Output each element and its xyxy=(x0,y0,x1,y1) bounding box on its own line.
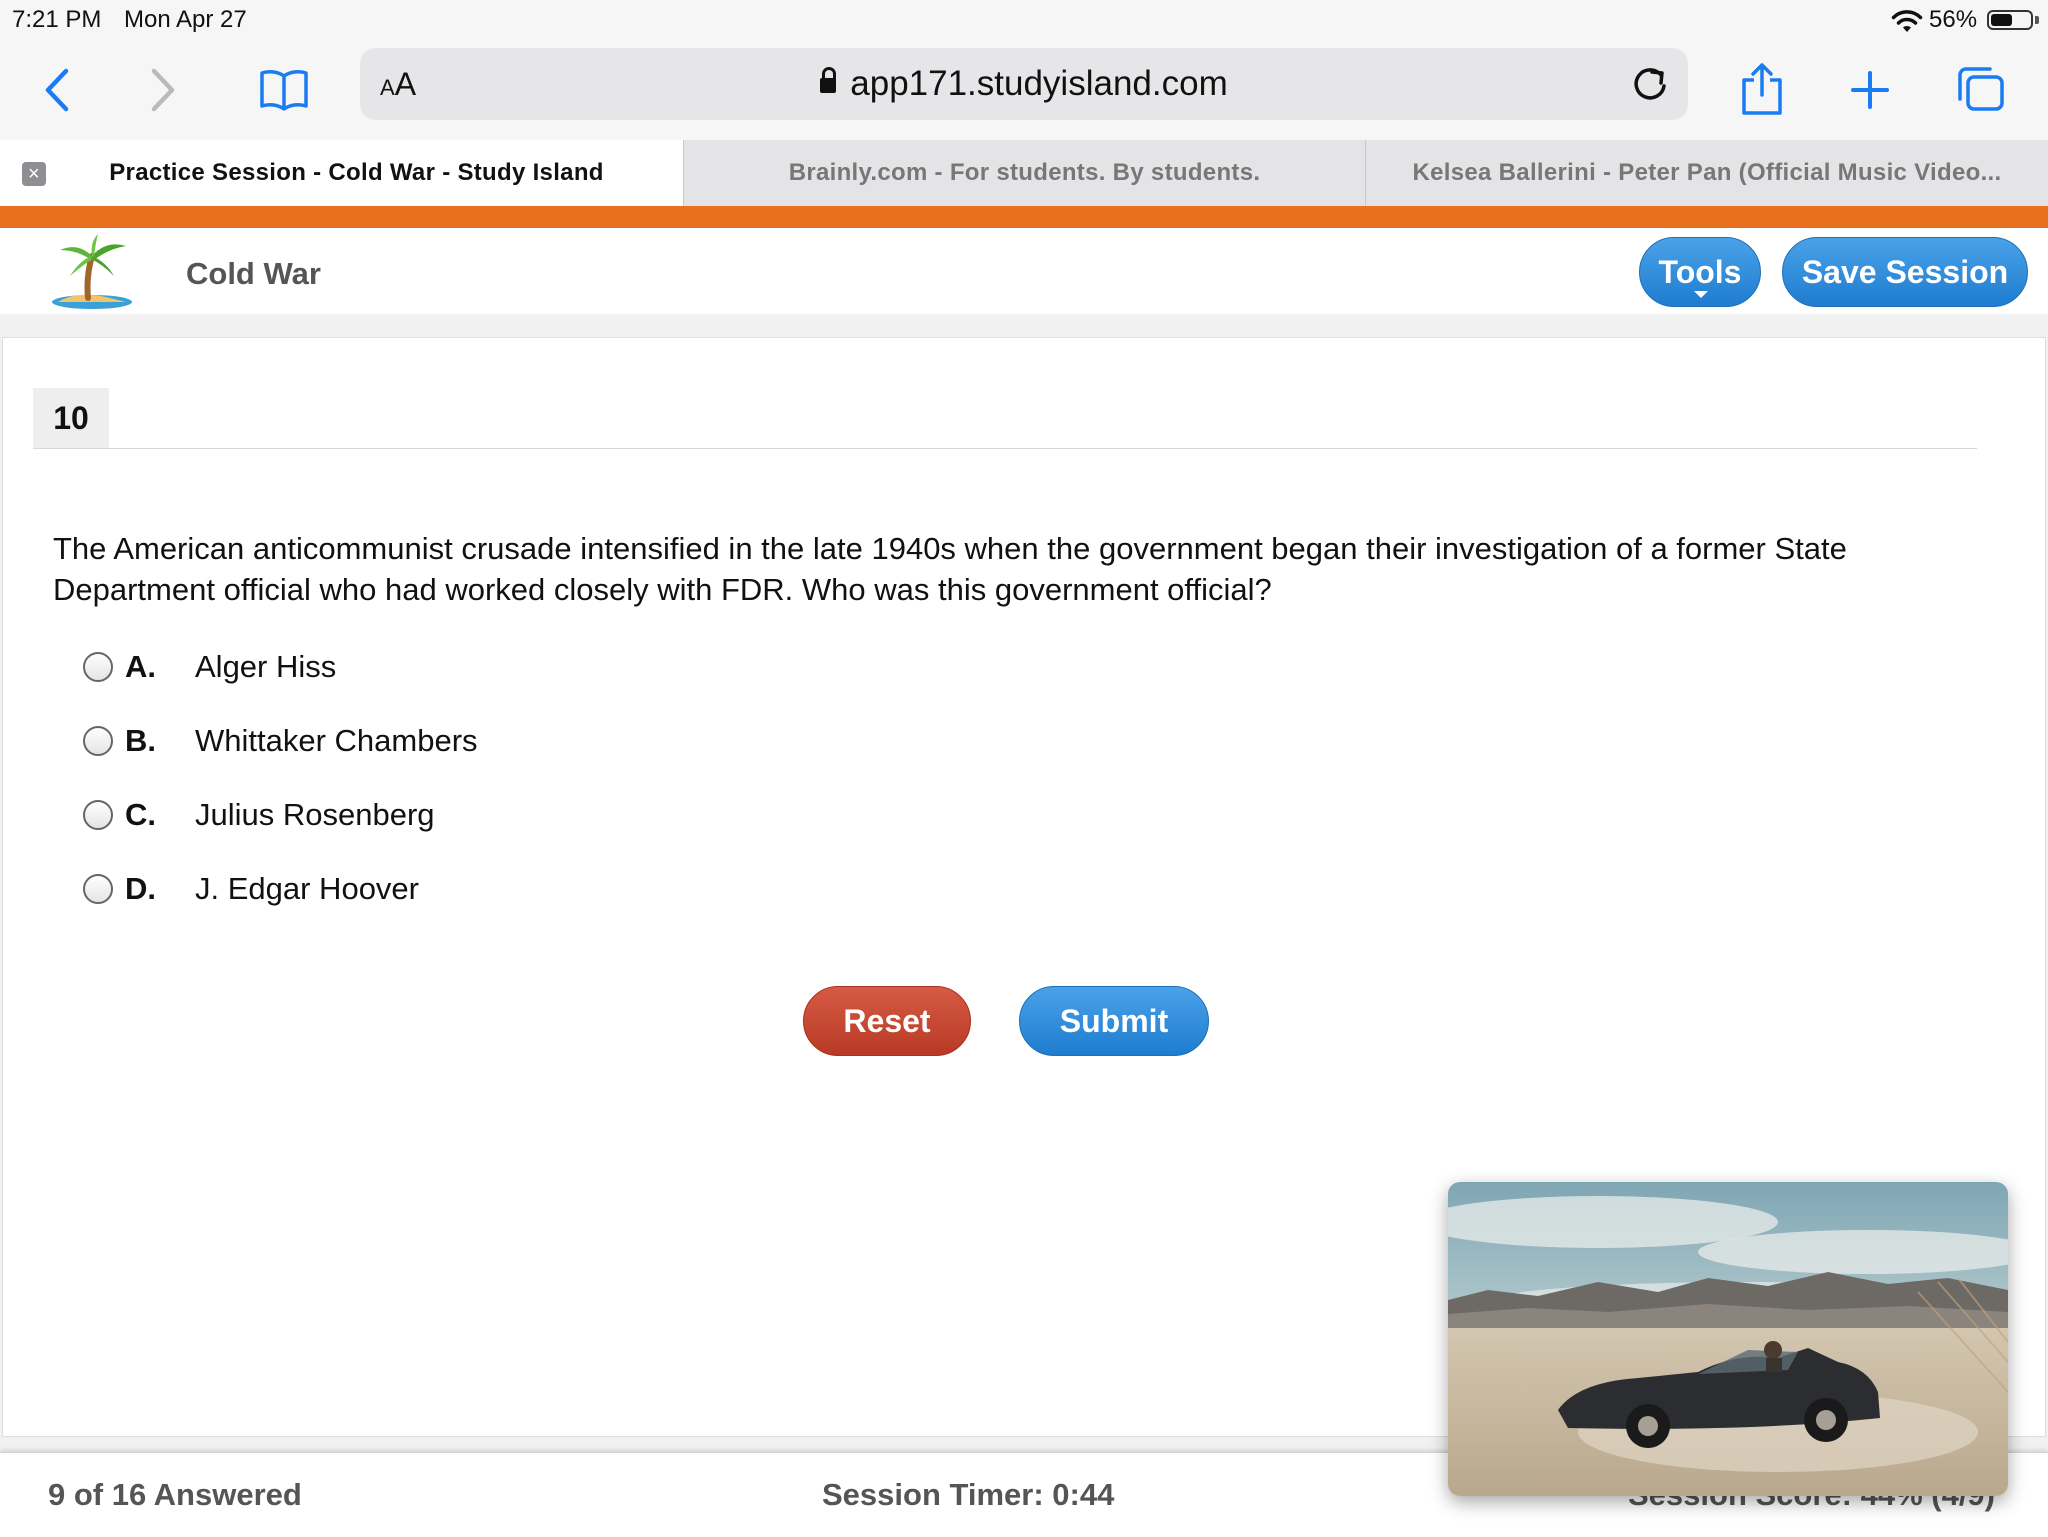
radio-button[interactable] xyxy=(83,874,113,904)
reload-icon[interactable] xyxy=(1630,64,1670,104)
submit-button[interactable]: Submit xyxy=(1019,986,1209,1056)
choice-text: J. Edgar Hoover xyxy=(195,871,419,906)
app-header: Cold War Tools Save Session xyxy=(0,228,2048,314)
reset-label: Reset xyxy=(843,1002,931,1039)
save-session-label: Save Session xyxy=(1801,253,2009,290)
status-date: Mon Apr 27 xyxy=(124,6,247,33)
question-number-row: 10 xyxy=(33,388,1977,449)
tab-youtube[interactable]: Kelsea Ballerini - Peter Pan (Official M… xyxy=(1365,140,2048,206)
choice-b[interactable]: B. Whittaker Chambers xyxy=(83,716,478,766)
choice-text: Alger Hiss xyxy=(195,649,337,684)
brand-stripe xyxy=(0,206,2048,228)
choice-c[interactable]: C. Julius Rosenberg xyxy=(83,790,435,840)
browser-toolbar: AA app171.studyisland.com xyxy=(0,40,2048,140)
url-display[interactable]: app171.studyisland.com xyxy=(360,64,1688,104)
submit-label: Submit xyxy=(1059,1002,1169,1039)
choice-letter: B. xyxy=(125,723,156,758)
close-icon[interactable]: × xyxy=(22,162,46,186)
address-bar[interactable]: AA app171.studyisland.com xyxy=(360,48,1688,120)
battery-icon xyxy=(1987,10,2033,30)
tabs-icon[interactable] xyxy=(1954,60,2008,118)
reset-button[interactable]: Reset xyxy=(803,986,971,1056)
battery-percent: 56% xyxy=(1929,6,1978,33)
choice-d[interactable]: D. J. Edgar Hoover xyxy=(83,864,419,914)
plus-icon[interactable] xyxy=(1846,62,1894,118)
choice-a[interactable]: A. Alger Hiss xyxy=(83,642,336,692)
tab-strip: × Practice Session - Cold War - Study Is… xyxy=(0,140,2048,206)
battery-cap xyxy=(2035,16,2039,24)
tools-button[interactable]: Tools xyxy=(1639,237,1761,307)
book-icon[interactable] xyxy=(254,62,314,118)
save-session-button[interactable]: Save Session xyxy=(1782,237,2028,307)
radio-button[interactable] xyxy=(83,800,113,830)
tools-label: Tools xyxy=(1658,253,1742,290)
tab-title: Practice Session - Cold War - Study Isla… xyxy=(109,159,604,186)
answered-count: 9 of 16 Answered xyxy=(48,1477,302,1512)
tab-title: Brainly.com - For students. By students. xyxy=(788,159,1261,186)
choice-letter: D. xyxy=(125,871,156,906)
question-text: The American anticommunist crusade inten… xyxy=(53,531,1847,607)
wifi-icon xyxy=(1891,10,1923,32)
session-timer: Session Timer: 0:44 xyxy=(822,1477,1115,1512)
chevron-down-icon xyxy=(1694,291,1708,298)
battery-level xyxy=(1991,14,2013,26)
lock-icon xyxy=(820,67,837,93)
status-bar: 7:21 PM Mon Apr 27 56% xyxy=(0,0,2048,40)
choice-letter: C. xyxy=(125,797,156,832)
question-number: 10 xyxy=(33,388,109,448)
chevron-right-icon[interactable] xyxy=(138,60,188,120)
choice-text: Whittaker Chambers xyxy=(195,723,478,758)
share-icon[interactable] xyxy=(1738,58,1786,120)
radio-button[interactable] xyxy=(83,652,113,682)
topic-title: Cold War xyxy=(186,256,321,291)
tab-brainly[interactable]: Brainly.com - For students. By students. xyxy=(683,140,1365,206)
radio-button[interactable] xyxy=(83,726,113,756)
tab-title: Kelsea Ballerini - Peter Pan (Official M… xyxy=(1412,159,2002,186)
choice-text: Julius Rosenberg xyxy=(195,797,435,832)
tab-study-island[interactable]: × Practice Session - Cold War - Study Is… xyxy=(0,140,683,206)
picture-in-picture-video[interactable] xyxy=(1448,1182,2008,1496)
palm-island-logo-icon xyxy=(52,234,132,309)
video-frame xyxy=(1448,1182,2008,1496)
choice-letter: A. xyxy=(125,649,156,684)
status-time: 7:21 PM xyxy=(12,6,102,33)
url-text: app171.studyisland.com xyxy=(850,64,1228,103)
chevron-left-icon[interactable] xyxy=(32,60,82,120)
